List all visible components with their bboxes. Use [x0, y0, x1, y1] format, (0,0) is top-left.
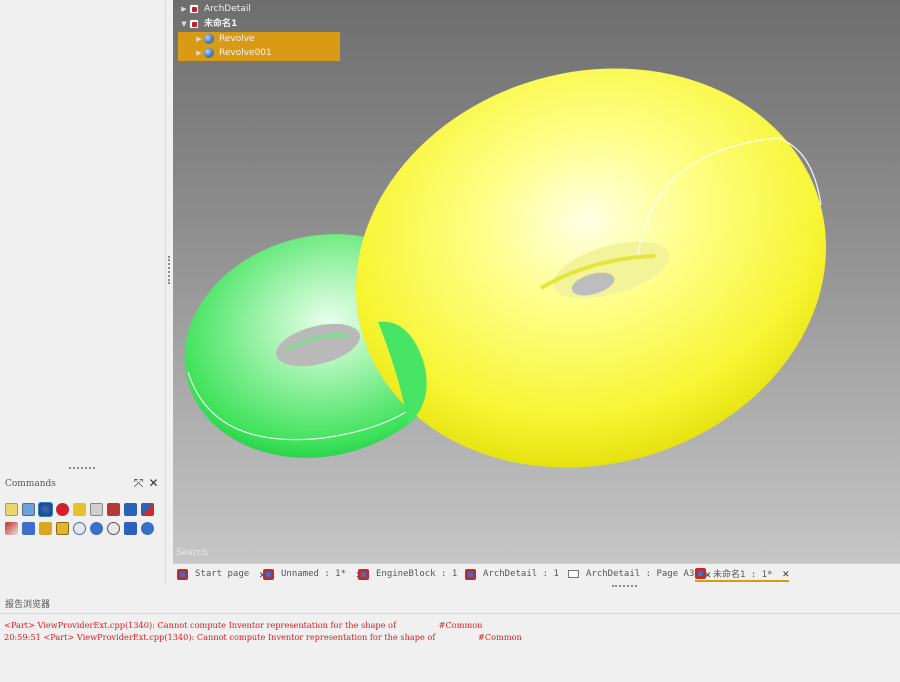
tab-unnamed[interactable]: Unnamed : 1* ✕	[263, 566, 363, 582]
tool-offset-icon[interactable]	[141, 522, 154, 535]
tool-mirror-icon[interactable]	[141, 503, 154, 516]
tree-item-label: Revolve001	[219, 48, 272, 58]
tab-label: Start page	[195, 569, 250, 579]
revolve-icon	[204, 48, 214, 58]
tab-archdetail[interactable]: ArchDetail : 1 ✕	[465, 566, 575, 582]
tool-ruled-surface-icon[interactable]	[56, 522, 69, 535]
expand-arrow-icon[interactable]: ▶	[179, 2, 189, 16]
document-icon	[189, 19, 199, 29]
left-panel	[0, 0, 166, 583]
close-icon[interactable]: ✕	[783, 567, 790, 580]
freecad-icon	[465, 568, 476, 580]
tool-shape-builder-icon[interactable]	[90, 503, 103, 516]
tree-item-revolve[interactable]: ▶ Revolve	[194, 32, 255, 46]
tool-loft-icon[interactable]	[73, 522, 86, 535]
tool-section-icon[interactable]	[107, 522, 120, 535]
command-toolbar-row-1	[5, 502, 154, 517]
tree-item-label: ArchDetail	[204, 4, 251, 14]
tab-start-page[interactable]: Start page ✕	[177, 566, 266, 582]
revolve-icon	[204, 34, 214, 44]
tab-engineblock[interactable]: EngineBlock : 1 ✕	[358, 566, 474, 582]
tool-box-icon[interactable]	[5, 503, 18, 516]
commands-panel-title: Commands	[5, 479, 56, 489]
document-icon	[189, 4, 199, 14]
app-window: Commands ⤧ ✕ ▶ ArchDetail ▼ 未命名1 ▶ Revol…	[0, 0, 900, 682]
tool-face-icon[interactable]	[39, 522, 52, 535]
freecad-icon	[263, 568, 274, 580]
tree-item-label: Revolve	[219, 34, 255, 44]
yellow-torus[interactable]	[308, 14, 874, 522]
freecad-icon	[695, 567, 706, 579]
tool-primitive-icon[interactable]	[73, 503, 86, 516]
vertical-splitter-handle[interactable]	[168, 256, 171, 284]
close-icon[interactable]: ✕	[148, 477, 159, 489]
horizontal-splitter-handle[interactable]	[69, 467, 95, 470]
search-label[interactable]: Search	[176, 548, 208, 558]
tool-revolve-icon[interactable]	[124, 503, 137, 516]
freecad-icon	[358, 568, 369, 580]
page-icon	[568, 570, 579, 578]
float-panel-icon[interactable]: ⤧	[133, 477, 144, 489]
command-toolbar-row-2	[5, 522, 154, 535]
commands-panel-controls: ⤧ ✕	[133, 477, 159, 489]
tool-cross-section-icon[interactable]	[124, 522, 137, 535]
tab-label: Unnamed : 1*	[281, 569, 347, 579]
tab-unnamed-1[interactable]: 未命名1 : 1* ✕	[695, 566, 790, 582]
tab-label: ArchDetail : Page A3	[586, 569, 695, 579]
collapse-arrow-icon[interactable]: ▼	[179, 17, 189, 31]
tab-label: ArchDetail : 1	[483, 569, 559, 579]
tool-sphere-icon[interactable]	[38, 502, 53, 517]
tool-sweep-icon[interactable]	[90, 522, 103, 535]
tool-extrude-icon[interactable]	[107, 503, 120, 516]
report-view[interactable]: <Part> ViewProviderExt.cpp(1340): Cannot…	[0, 613, 900, 682]
tree-item-label: 未命名1	[204, 19, 238, 29]
tab-label: EngineBlock : 1	[376, 569, 458, 579]
tab-archdetail-page[interactable]: ArchDetail : Page A3 ✕	[568, 566, 711, 582]
tool-chamfer-icon[interactable]	[22, 522, 35, 535]
tab-label: 未命名1 : 1*	[713, 569, 773, 580]
tree-item-unnamed[interactable]: ▼ 未命名1	[179, 17, 237, 31]
tree-item-archdetail[interactable]: ▶ ArchDetail	[179, 2, 251, 16]
horizontal-splitter-handle[interactable]	[612, 585, 637, 588]
tool-fillet-icon[interactable]	[5, 522, 18, 535]
document-tab-bar: Start page ✕ Unnamed : 1* ✕ EngineBlock …	[173, 563, 900, 583]
report-view-title: 报告浏览器	[5, 600, 51, 610]
tool-cube-icon[interactable]	[22, 503, 35, 516]
expand-arrow-icon[interactable]: ▶	[194, 46, 204, 60]
3d-viewport[interactable]: ▶ ArchDetail ▼ 未命名1 ▶ Revolve ▶ Revolve0…	[173, 0, 900, 563]
report-line: 20:59:51 <Part> ViewProviderExt.cpp(1340…	[4, 632, 522, 642]
report-line: <Part> ViewProviderExt.cpp(1340): Cannot…	[4, 620, 483, 630]
tool-red-sphere-icon[interactable]	[56, 503, 69, 516]
scene-canvas[interactable]	[173, 0, 900, 563]
tree-item-revolve001[interactable]: ▶ Revolve001	[194, 46, 272, 60]
expand-arrow-icon[interactable]: ▶	[194, 32, 204, 46]
freecad-icon	[177, 568, 188, 580]
